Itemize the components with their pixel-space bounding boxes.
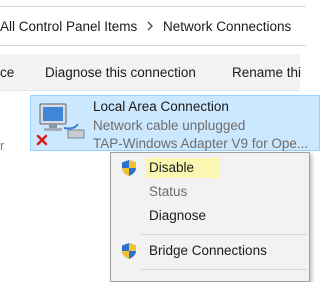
menu-item-disable[interactable]: Disable	[111, 157, 311, 179]
rename-connection-button[interactable]: Rename thi	[232, 65, 301, 80]
connection-name: Local Area Connection	[93, 99, 229, 114]
connection-status: Network cable unplugged	[93, 118, 246, 133]
address-bar[interactable]: All Control Panel Items Network Connecti…	[0, 0, 306, 54]
breadcrumb-chevron-icon[interactable]	[145, 19, 155, 33]
breadcrumb-network-connections[interactable]: Network Connections	[163, 19, 291, 34]
menu-label-diagnose: Diagnose	[149, 208, 207, 223]
menu-label-status: Status	[149, 184, 188, 199]
local-area-connection-item[interactable]: Local Area Connection Network cable unpl…	[30, 95, 320, 151]
menu-label-bridge-connections: Bridge Connections	[149, 243, 267, 258]
menu-item-status: Status	[111, 181, 311, 203]
diagnose-connection-button[interactable]: Diagnose this connection	[45, 65, 196, 80]
menu-item-bridge-connections[interactable]: Bridge Connections	[111, 240, 311, 262]
partial-item-text: r	[0, 138, 5, 153]
menu-separator	[141, 269, 307, 270]
breadcrumb-control-panel-items[interactable]: All Control Panel Items	[0, 19, 137, 34]
context-menu: Disable Status Diagnose Bridge Connectio…	[110, 152, 310, 282]
uac-shield-icon	[122, 243, 136, 259]
command-partial-left[interactable]: ce	[0, 65, 14, 80]
menu-separator	[141, 234, 307, 235]
network-adapter-disconnected-icon	[36, 103, 85, 146]
menu-item-diagnose[interactable]: Diagnose	[111, 205, 311, 227]
command-bar: ce Diagnose this connection Rename thi	[0, 54, 301, 91]
uac-shield-icon	[122, 160, 136, 176]
connection-adapter: TAP-Windows Adapter V9 for Ope...	[93, 136, 309, 151]
menu-label-disable: Disable	[149, 160, 195, 175]
